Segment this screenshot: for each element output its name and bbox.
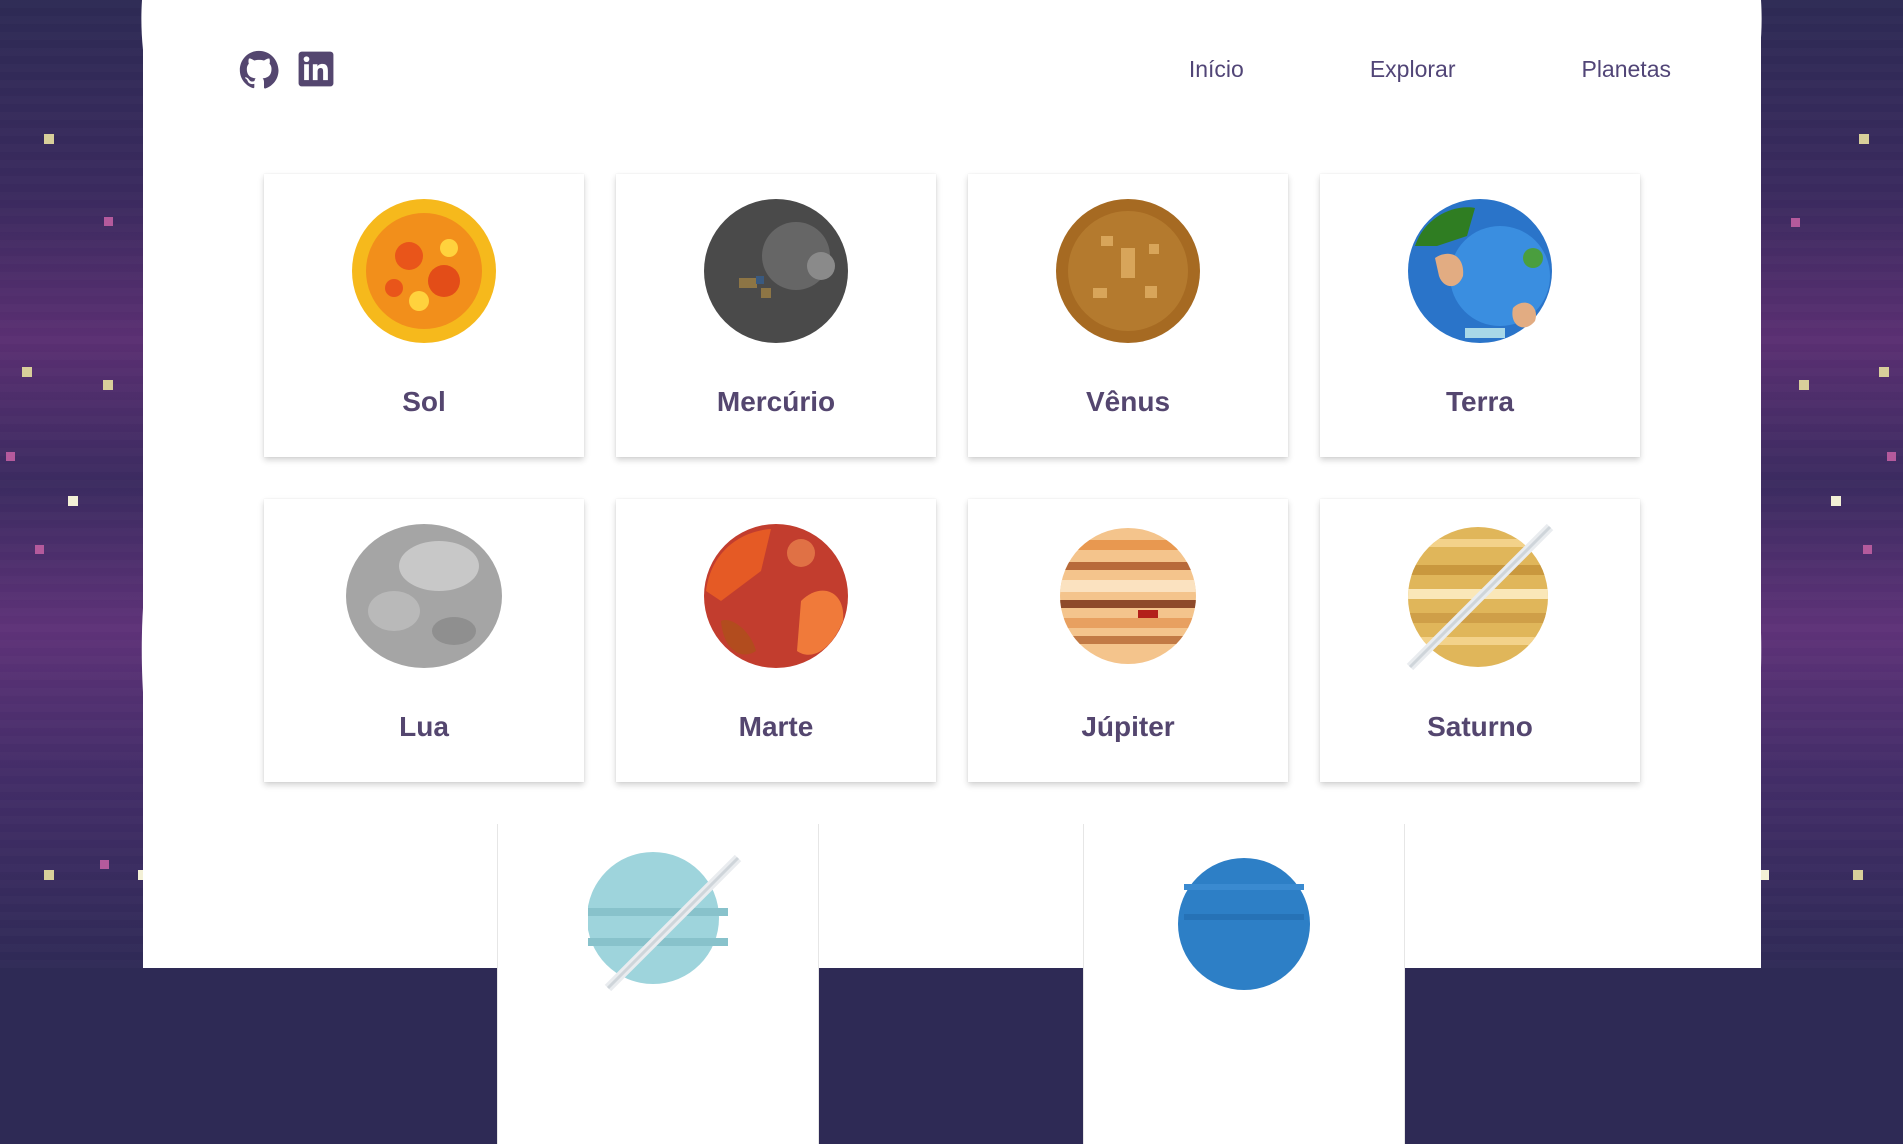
planet-card-neptune[interactable] — [1084, 824, 1404, 1144]
planet-card-marte[interactable]: Marte — [616, 499, 936, 782]
moon-icon — [346, 524, 502, 668]
mercury-icon — [704, 199, 848, 343]
nav-inicio[interactable]: Início — [1189, 56, 1244, 83]
planet-card-mercurio[interactable]: Mercúrio — [616, 174, 936, 457]
header: Início Explorar Planetas — [143, 48, 1761, 92]
github-icon[interactable] — [239, 50, 279, 90]
sun-icon — [352, 199, 496, 343]
planet-card-jupiter[interactable]: Júpiter — [968, 499, 1288, 782]
planet-card-uranus[interactable] — [498, 824, 818, 1144]
planet-card-terra[interactable]: Terra — [1320, 174, 1640, 457]
main-nav: Início Explorar Planetas — [1189, 56, 1671, 83]
planet-card-saturno[interactable]: Saturno — [1320, 499, 1640, 782]
planet-name: Terra — [1446, 386, 1514, 417]
uranus-icon — [588, 852, 742, 992]
jupiter-icon — [1060, 528, 1196, 664]
planet-name: Vênus — [1085, 386, 1171, 417]
linkedin-icon[interactable] — [297, 50, 337, 90]
earth-icon — [1408, 199, 1552, 343]
venus-icon — [1056, 199, 1200, 343]
planet-card-sol[interactable]: Sol — [264, 174, 584, 457]
planet-name: Marte — [738, 711, 814, 742]
planet-name: Mercúrio — [716, 386, 836, 417]
mars-icon — [704, 524, 848, 668]
planet-card-lua[interactable]: Lua — [264, 499, 584, 782]
planet-name: Sol — [402, 386, 446, 417]
saturn-icon — [1406, 523, 1554, 671]
nav-planetas[interactable]: Planetas — [1581, 56, 1671, 83]
planet-name: Júpiter — [1081, 711, 1175, 742]
planet-name: Saturno — [1427, 711, 1533, 742]
planet-card-venus[interactable]: Vênus — [968, 174, 1288, 457]
social-links — [239, 50, 337, 90]
main-content: Início Explorar Planetas Sol Mercúrio Vê… — [143, 0, 1761, 1144]
neptune-icon — [1178, 858, 1310, 990]
planet-name: Lua — [399, 711, 449, 742]
nav-explorar[interactable]: Explorar — [1370, 56, 1456, 83]
